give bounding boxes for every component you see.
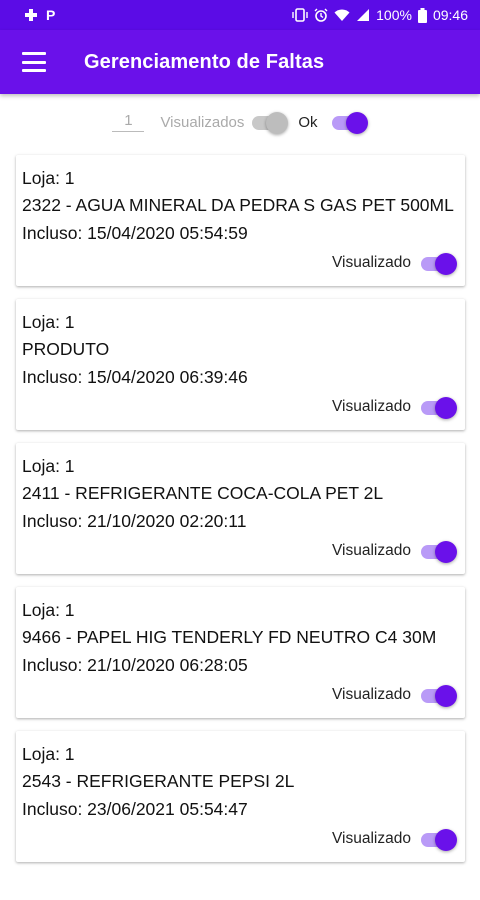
battery-percent: 100% [376,7,412,23]
card-footer: Visualizado [22,536,457,566]
falta-card[interactable]: Loja: 1 PRODUTO Incluso: 15/04/2020 06:3… [16,299,465,430]
card-produto: 2322 - AGUA MINERAL DA PEDRA S GAS PET 5… [22,195,454,215]
card-incluso: Incluso: 23/06/2021 05:54:47 [22,799,248,819]
visualizado-label: Visualizado [332,830,411,847]
card-produto: 2543 - REFRIGERANTE PEPSI 2L [22,771,295,791]
card-footer: Visualizado [22,392,457,422]
card-footer: Visualizado [22,824,457,854]
card-incluso: Incluso: 15/04/2020 05:54:59 [22,223,248,243]
toggle-thumb [435,541,457,563]
toggle-thumb [266,112,289,134]
falta-card[interactable]: Loja: 1 2322 - AGUA MINERAL DA PEDRA S G… [16,155,465,286]
battery-icon [417,7,427,23]
toggle-thumb [435,685,457,707]
falta-card[interactable]: Loja: 1 9466 - PAPEL HIG TENDERLY FD NEU… [16,587,465,718]
ok-filter-toggle[interactable] [330,110,368,134]
toggle-thumb [345,112,368,134]
visualizado-label: Visualizado [332,542,411,559]
filter-row: Visualizados Ok [0,102,480,142]
clock: 09:46 [432,7,468,23]
card-loja: Loja: 1 [22,168,75,188]
status-bar: P 100% 09:46 [0,0,480,30]
card-produto: 9466 - PAPEL HIG TENDERLY FD NEUTRO C4 3… [22,627,437,647]
hamburger-menu-icon[interactable] [22,52,46,72]
ok-filter-label: Ok [298,113,318,131]
store-filter-input[interactable] [112,112,145,132]
faltas-list: Loja: 1 2322 - AGUA MINERAL DA PEDRA S G… [16,155,465,875]
card-incluso: Incluso: 21/10/2020 06:28:05 [22,655,248,675]
toggle-thumb [435,829,457,851]
card-incluso: Incluso: 21/10/2020 02:20:11 [22,511,247,531]
visualizado-label: Visualizado [332,686,411,703]
status-right-icons: 100% 09:46 [292,7,468,23]
card-footer: Visualizado [22,248,457,278]
falta-card[interactable]: Loja: 1 2543 - REFRIGERANTE PEPSI 2L Inc… [16,731,465,862]
card-loja: Loja: 1 [22,600,75,620]
signal-icon [356,8,370,22]
card-incluso: Incluso: 15/04/2020 06:39:46 [22,367,248,387]
gamepad-icon [24,8,38,22]
status-left-icons: P [24,7,55,23]
wifi-icon [334,8,350,22]
card-loja: Loja: 1 [22,456,75,476]
visualizados-filter-toggle[interactable] [250,110,289,134]
toggle-thumb [435,397,457,419]
alarm-icon [314,8,328,22]
card-loja: Loja: 1 [22,744,75,764]
app-bar: Gerenciamento de Faltas [0,30,480,94]
visualizado-toggle[interactable] [419,827,457,851]
card-produto: 2411 - REFRIGERANTE COCA-COLA PET 2L [22,483,384,503]
visualizado-toggle[interactable] [419,683,457,707]
visualizado-toggle[interactable] [419,395,457,419]
vibrate-icon [292,8,308,22]
visualizado-label: Visualizado [332,254,411,271]
p-icon: P [46,7,56,23]
toggle-thumb [435,253,457,275]
falta-card[interactable]: Loja: 1 2411 - REFRIGERANTE COCA-COLA PE… [16,443,465,574]
visualizados-filter-label: Visualizados [160,113,245,131]
visualizado-label: Visualizado [332,398,411,415]
card-loja: Loja: 1 [22,312,75,332]
page-title: Gerenciamento de Faltas [84,50,325,73]
visualizado-toggle[interactable] [419,251,457,275]
card-footer: Visualizado [22,680,457,710]
visualizado-toggle[interactable] [419,539,457,563]
card-produto: PRODUTO [22,339,110,359]
